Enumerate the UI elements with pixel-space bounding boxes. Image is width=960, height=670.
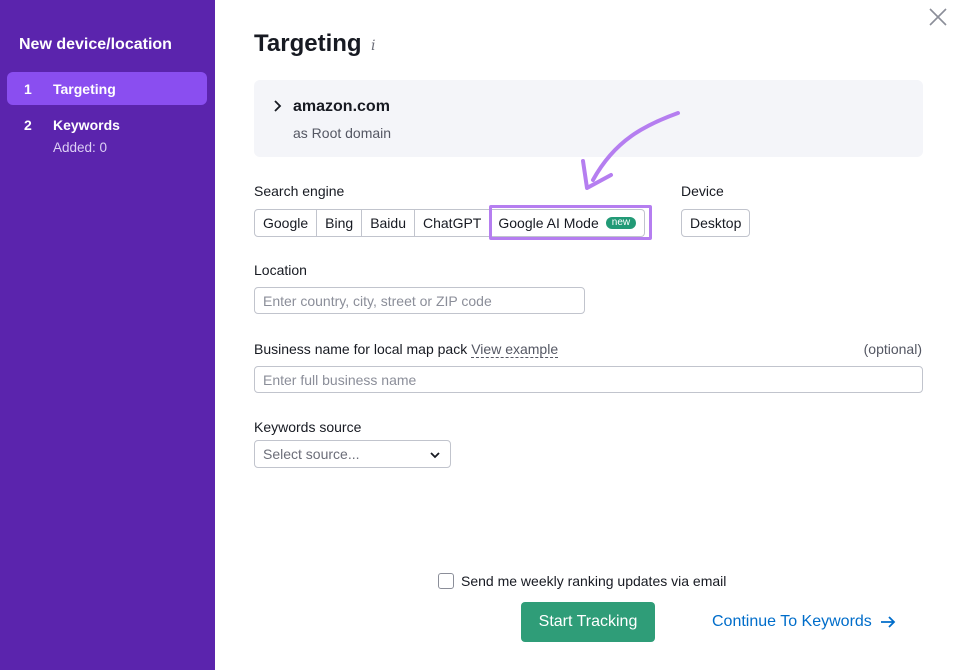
step-targeting[interactable]: 1 Targeting (7, 72, 207, 105)
chevron-down-icon (430, 452, 440, 459)
continue-to-keywords-link[interactable]: Continue To Keywords (712, 613, 896, 631)
engine-google[interactable]: Google (254, 209, 318, 237)
continue-to-keywords-label: Continue To Keywords (712, 613, 872, 630)
engine-chatgpt[interactable]: ChatGPT (415, 209, 491, 237)
email-updates-label: Send me weekly ranking updates via email (461, 573, 727, 589)
business-name-label: Business name for local map pack View exa… (254, 341, 559, 358)
sidebar-title: New device/location (19, 36, 172, 53)
domain-type: as Root domain (293, 125, 392, 141)
page-title: Targeting (254, 30, 362, 57)
sidebar: New device/location 1 Targeting 2 Keywor… (0, 0, 215, 670)
search-engine-label: Search engine (254, 183, 345, 199)
step-keywords[interactable]: 2 Keywords Added: 0 (7, 110, 207, 160)
location-input[interactable] (254, 287, 585, 314)
location-label: Location (254, 262, 307, 278)
optional-label: (optional) (863, 341, 922, 357)
step-label: Keywords (53, 117, 120, 133)
step-number: 1 (24, 81, 32, 97)
keywords-source-placeholder: Select source... (263, 446, 360, 462)
keywords-source-select[interactable]: Select source... (254, 440, 451, 468)
device-label: Device (681, 183, 724, 199)
step-label: Targeting (53, 81, 116, 97)
view-example-link[interactable]: View example (471, 341, 559, 358)
engine-google-ai-mode-label: Google AI Mode (498, 215, 599, 231)
email-updates-checkbox[interactable] (438, 573, 454, 589)
domain-name: amazon.com (293, 98, 390, 115)
chevron-right-icon (274, 100, 282, 112)
keywords-added-count: Added: 0 (53, 140, 108, 155)
keywords-source-label: Keywords source (254, 419, 362, 435)
device-desktop-button[interactable]: Desktop (681, 209, 751, 237)
main-panel: Targeting i amazon.com as Root domain Se… (215, 0, 960, 670)
business-name-input[interactable] (254, 366, 923, 393)
search-engine-selector: Google Bing Baidu ChatGPT Google AI Mode… (254, 209, 646, 237)
new-badge: new (605, 217, 637, 229)
engine-google-ai-mode[interactable]: Google AI Mode new (490, 209, 646, 237)
info-icon[interactable]: i (371, 38, 375, 54)
step-number: 2 (24, 117, 32, 133)
engine-bing[interactable]: Bing (317, 209, 363, 237)
business-name-label-text: Business name for local map pack (254, 341, 468, 357)
domain-card[interactable]: amazon.com as Root domain (254, 80, 923, 157)
engine-baidu[interactable]: Baidu (362, 209, 415, 237)
start-tracking-button[interactable]: Start Tracking (521, 602, 655, 642)
arrow-right-icon (880, 616, 896, 628)
